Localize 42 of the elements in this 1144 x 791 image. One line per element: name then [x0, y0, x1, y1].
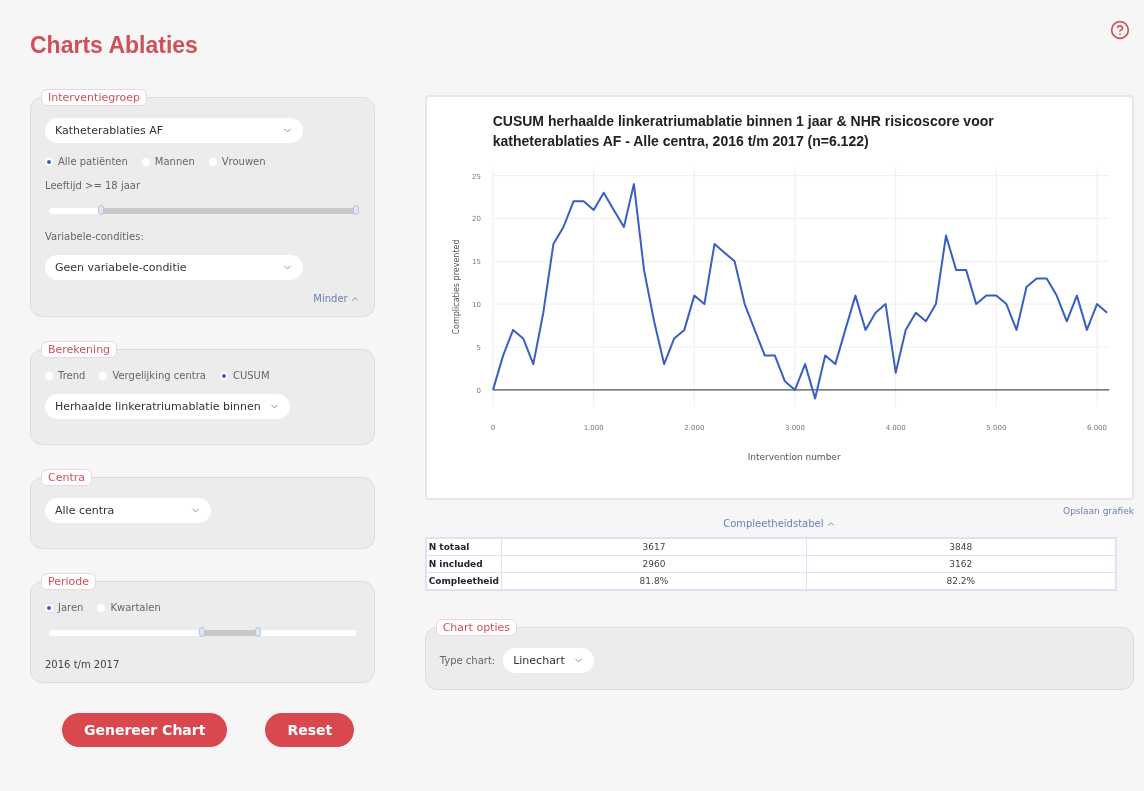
chart-title: CUSUM herhaalde linkeratriumablatie binnen 1 jaar & NHR risicoscore voor katheterablaties AF - Alle centra, 2016 t/m 2017 (n=6.122) — [491, 112, 995, 151]
range-slider[interactable] — [49, 630, 356, 636]
generate-button[interactable]: Genereer Chart — [62, 713, 228, 747]
row-header: N included — [425, 555, 502, 573]
radio-option[interactable]: Vrouwen — [208, 156, 266, 167]
panel-legend: Centra — [41, 469, 92, 486]
slider-handle[interactable] — [254, 627, 261, 637]
panel-legend: Interventiegroep — [41, 89, 147, 106]
panel-legend: Berekening — [41, 341, 118, 358]
radio-option[interactable]: Alle patiënten — [45, 156, 128, 167]
measure-select[interactable]: Herhaalde linkeratriumablatie binnen — [45, 394, 290, 419]
age-label: Leeftijd >= 18 jaar — [45, 180, 142, 191]
group-select[interactable]: Katheterablaties AF — [45, 118, 303, 143]
axis-title: Intervention number — [747, 451, 841, 462]
radio-option[interactable]: Vergelijking centra — [99, 370, 206, 381]
radio-option[interactable]: Mannen — [141, 156, 195, 167]
panel-legend: Chart opties — [435, 619, 517, 636]
table-cell: 2960 — [501, 555, 807, 573]
page-title: Charts Ablaties — [30, 32, 198, 59]
completeness-toggle[interactable]: Compleetheidstabel — [723, 518, 836, 529]
reset-button[interactable]: Reset — [265, 713, 355, 747]
radio-option[interactable]: Trend — [45, 370, 86, 381]
save-chart-link[interactable]: Opslaan grafiek — [1063, 506, 1134, 516]
conditions-label: Variabele-condities: — [45, 231, 145, 242]
chart-type-label: Type chart: — [439, 655, 496, 666]
range-slider[interactable] — [49, 208, 356, 214]
conditions-select[interactable]: Geen variabele-conditie — [45, 255, 303, 280]
radio-option[interactable]: Jaren — [45, 602, 84, 613]
row-header: N totaal — [425, 538, 502, 556]
panel-legend: Periode — [41, 573, 97, 590]
radio-option[interactable]: Kwartalen — [97, 602, 161, 613]
radio-option[interactable]: CUSUM — [219, 370, 270, 381]
chart-type-select[interactable]: Linechart — [503, 648, 594, 673]
slider-handle[interactable] — [352, 205, 359, 215]
axis-title: Complicaties prevented — [451, 239, 461, 335]
centre-select[interactable]: Alle centra — [45, 498, 211, 523]
help-icon[interactable] — [1110, 20, 1130, 40]
table-cell: 3617 — [501, 538, 807, 556]
period-range: 2016 t/m 2017 — [45, 659, 121, 670]
less-link[interactable]: Minder — [313, 293, 360, 304]
slider-handle[interactable] — [199, 627, 206, 637]
slider-handle[interactable] — [98, 205, 105, 215]
